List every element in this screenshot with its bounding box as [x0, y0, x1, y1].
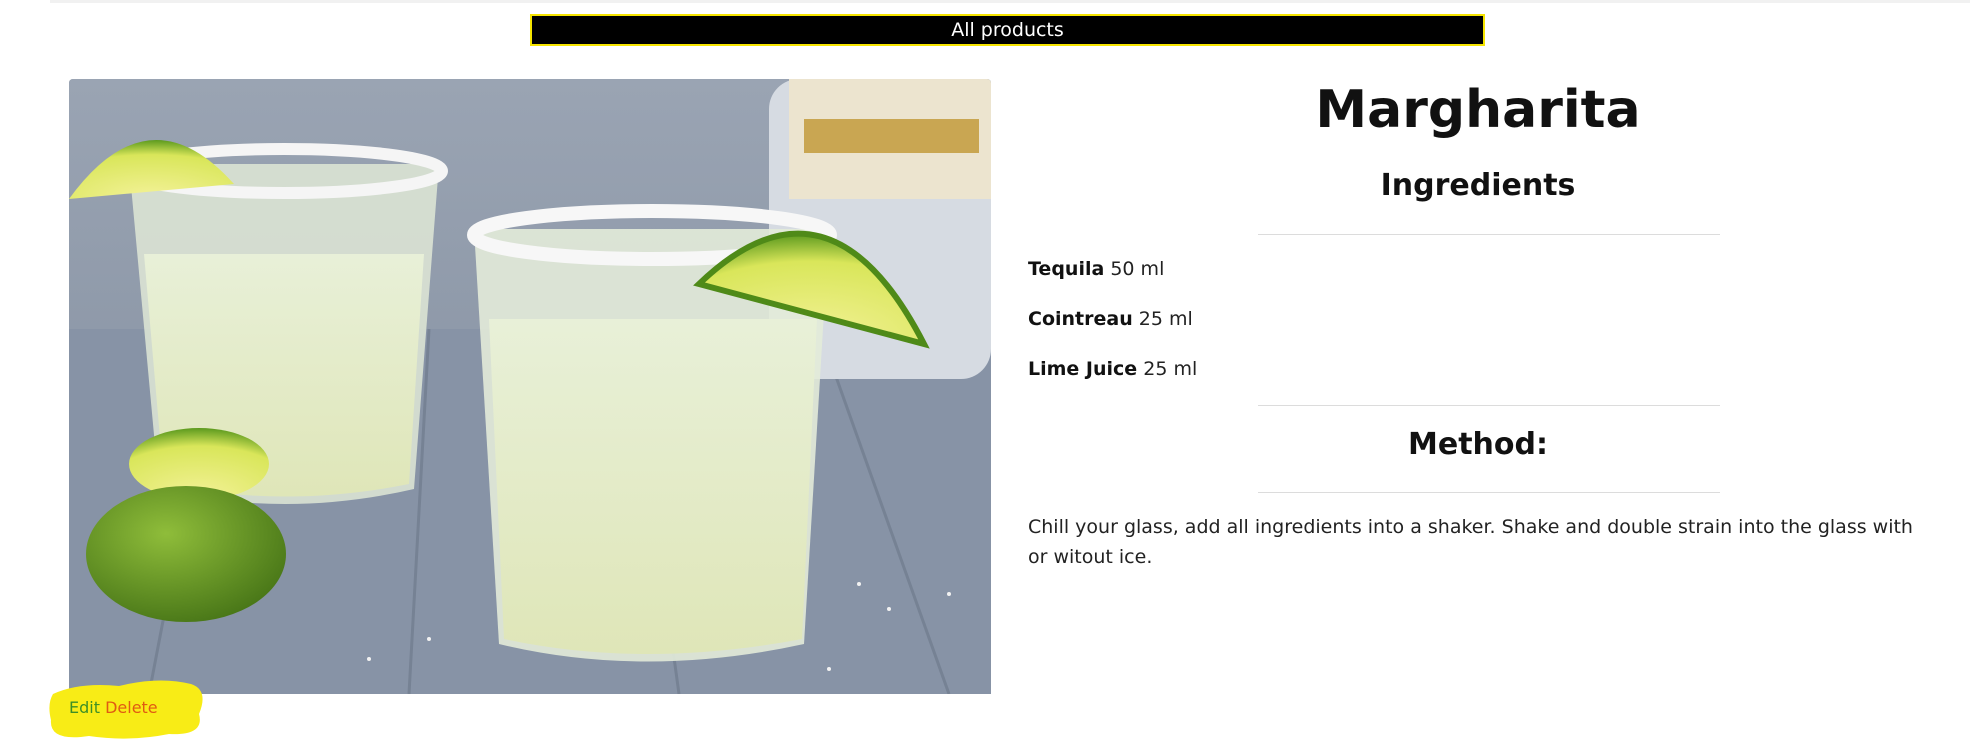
ingredient-name: Cointreau	[1028, 308, 1133, 330]
divider	[1258, 405, 1720, 406]
ingredient-item: Lime Juice 25 ml	[1028, 355, 1197, 405]
ingredient-amount: 25 ml	[1143, 358, 1198, 380]
ingredient-amount: 25 ml	[1138, 308, 1193, 330]
delete-link[interactable]: Delete	[105, 698, 158, 717]
method-text: Chill your glass, add all ingredients in…	[1028, 516, 1913, 568]
ingredient-name: Tequila	[1028, 258, 1105, 280]
ingredient-amount: 50 ml	[1110, 258, 1165, 280]
divider	[1258, 492, 1720, 493]
edit-link[interactable]: Edit	[69, 698, 100, 717]
divider	[1258, 234, 1720, 235]
top-divider	[50, 0, 1970, 3]
all-products-link[interactable]: All products	[530, 14, 1485, 46]
ingredient-item: Cointreau 25 ml	[1028, 305, 1197, 355]
actions-panel: Edit Delete	[49, 676, 205, 742]
method-heading: Method:	[1408, 427, 1548, 462]
ingredient-item: Tequila 50 ml	[1028, 255, 1197, 305]
product-title: Margharita	[1315, 80, 1641, 140]
ingredient-list: Tequila 50 ml Cointreau 25 ml Lime Juice…	[1028, 255, 1197, 405]
ingredients-heading: Ingredients	[1380, 168, 1576, 203]
product-image	[69, 79, 991, 694]
ingredient-name: Lime Juice	[1028, 358, 1138, 380]
